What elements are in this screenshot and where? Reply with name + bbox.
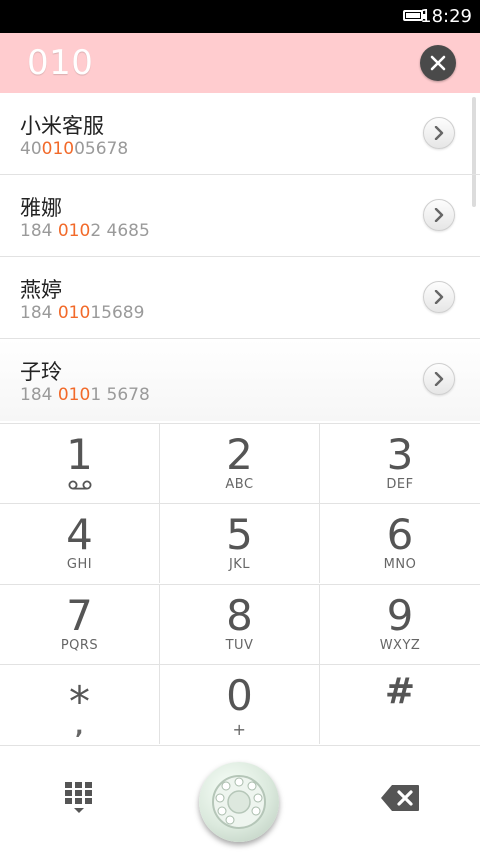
key-1[interactable]: 1 xyxy=(0,423,160,503)
contact-row[interactable]: 子玲 184 0101 5678 xyxy=(0,339,480,421)
contact-row[interactable]: 燕婷 184 01015689 xyxy=(0,257,480,339)
dial-query-bar: 010 xyxy=(0,33,480,93)
contact-row[interactable]: 雅娜 184 0102 4685 xyxy=(0,175,480,257)
contact-name: 燕婷 xyxy=(20,278,62,302)
key-8[interactable]: 8 TUV xyxy=(160,584,320,664)
contact-detail-button[interactable] xyxy=(423,117,455,149)
backspace-icon[interactable] xyxy=(380,784,420,812)
number-match-highlight: 010 xyxy=(57,303,91,323)
number-match-highlight: 010 xyxy=(41,139,75,159)
status-bar: 18:29 xyxy=(0,0,480,33)
contact-detail-button[interactable] xyxy=(423,363,455,395)
dialpad: 1 2 ABC 3 DEF 4 GHI 5 JKL 6 MNO 7 PQRS 8… xyxy=(0,423,480,745)
chevron-right-icon xyxy=(434,290,444,304)
key-star[interactable]: * , xyxy=(0,664,160,744)
key-7[interactable]: 7 PQRS xyxy=(0,584,160,664)
contact-detail-button[interactable] xyxy=(423,199,455,231)
status-time: 18:29 xyxy=(420,6,472,27)
key-9[interactable]: 9 WXYZ xyxy=(320,584,480,664)
chevron-right-icon xyxy=(434,208,444,222)
chevron-right-icon xyxy=(434,126,444,140)
dialpad-toggle-icon[interactable] xyxy=(63,780,95,816)
key-hash[interactable]: # xyxy=(320,664,480,744)
contact-number: 184 0102 4685 xyxy=(20,221,150,241)
contact-name: 子玲 xyxy=(20,360,62,384)
contact-number: 4001005678 xyxy=(20,139,129,159)
voicemail-icon xyxy=(68,480,92,490)
contact-name: 雅娜 xyxy=(20,196,62,220)
contact-name: 小米客服 xyxy=(20,114,104,138)
key-0[interactable]: 0 + xyxy=(160,664,320,744)
contact-row[interactable]: 小米客服 4001005678 xyxy=(0,93,480,175)
contact-detail-button[interactable] xyxy=(423,281,455,313)
close-icon xyxy=(430,55,446,71)
contact-results-list[interactable]: 小米客服 4001005678 雅娜 184 0102 4685 燕婷 184 … xyxy=(0,93,480,423)
key-2[interactable]: 2 ABC xyxy=(160,423,320,503)
chevron-right-icon xyxy=(434,372,444,386)
number-match-highlight: 010 xyxy=(57,385,91,405)
contact-number: 184 0101 5678 xyxy=(20,385,150,405)
key-6[interactable]: 6 MNO xyxy=(320,503,480,583)
key-4[interactable]: 4 GHI xyxy=(0,503,160,583)
dialer-action-bar xyxy=(0,745,480,854)
key-3[interactable]: 3 DEF xyxy=(320,423,480,503)
contact-number: 184 01015689 xyxy=(20,303,145,323)
number-match-highlight: 010 xyxy=(57,221,91,241)
call-button[interactable] xyxy=(199,762,279,842)
clear-query-button[interactable] xyxy=(420,45,456,81)
dial-query-text: 010 xyxy=(27,43,94,83)
key-5[interactable]: 5 JKL xyxy=(160,503,320,583)
rotary-phone-icon xyxy=(212,775,266,829)
